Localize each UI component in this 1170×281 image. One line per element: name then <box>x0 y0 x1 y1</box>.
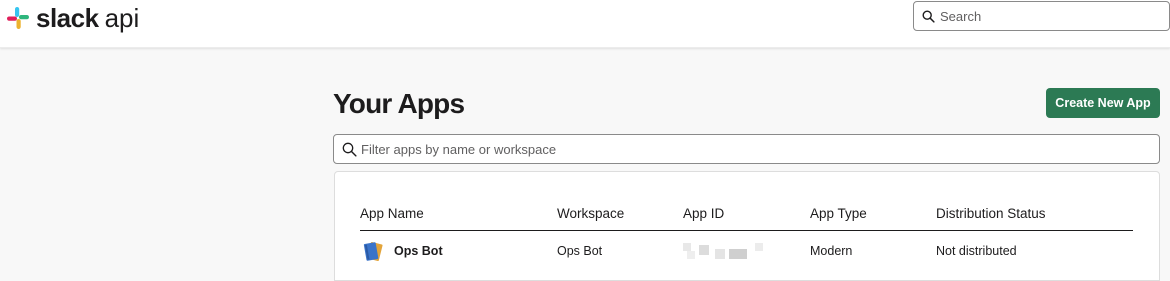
app-id-redacted <box>683 243 767 259</box>
column-header-workspace[interactable]: Workspace <box>557 206 624 221</box>
slack-logo-icon <box>7 7 29 29</box>
create-new-app-button[interactable]: Create New App <box>1046 88 1160 118</box>
column-header-app-name[interactable]: App Name <box>360 206 424 221</box>
filter-apps-box[interactable] <box>333 134 1160 164</box>
column-header-app-id[interactable]: App ID <box>683 206 724 221</box>
column-header-app-type[interactable]: App Type <box>810 206 867 221</box>
search-icon <box>342 142 357 157</box>
column-header-distribution-status[interactable]: Distribution Status <box>936 206 1046 221</box>
workspace-cell: Ops Bot <box>557 244 603 258</box>
distribution-status-cell: Not distributed <box>936 244 1017 258</box>
apps-table-card <box>334 171 1160 281</box>
app-name-link[interactable]: Ops Bot <box>394 244 443 258</box>
top-navigation-bar: slack api <box>0 0 1170 48</box>
logo-text: slack <box>36 3 99 33</box>
app-type-cell: Modern <box>810 244 853 258</box>
logo-suffix: api <box>104 3 140 33</box>
search-icon <box>922 10 935 23</box>
table-header-divider <box>360 230 1133 231</box>
book-icon <box>363 241 383 261</box>
page-title: Your Apps <box>333 88 465 119</box>
global-search-input[interactable] <box>940 8 1160 24</box>
filter-apps-input[interactable] <box>361 141 1141 157</box>
slack-api-logo[interactable]: slack api <box>6 4 139 32</box>
global-search-box[interactable] <box>913 1 1170 31</box>
